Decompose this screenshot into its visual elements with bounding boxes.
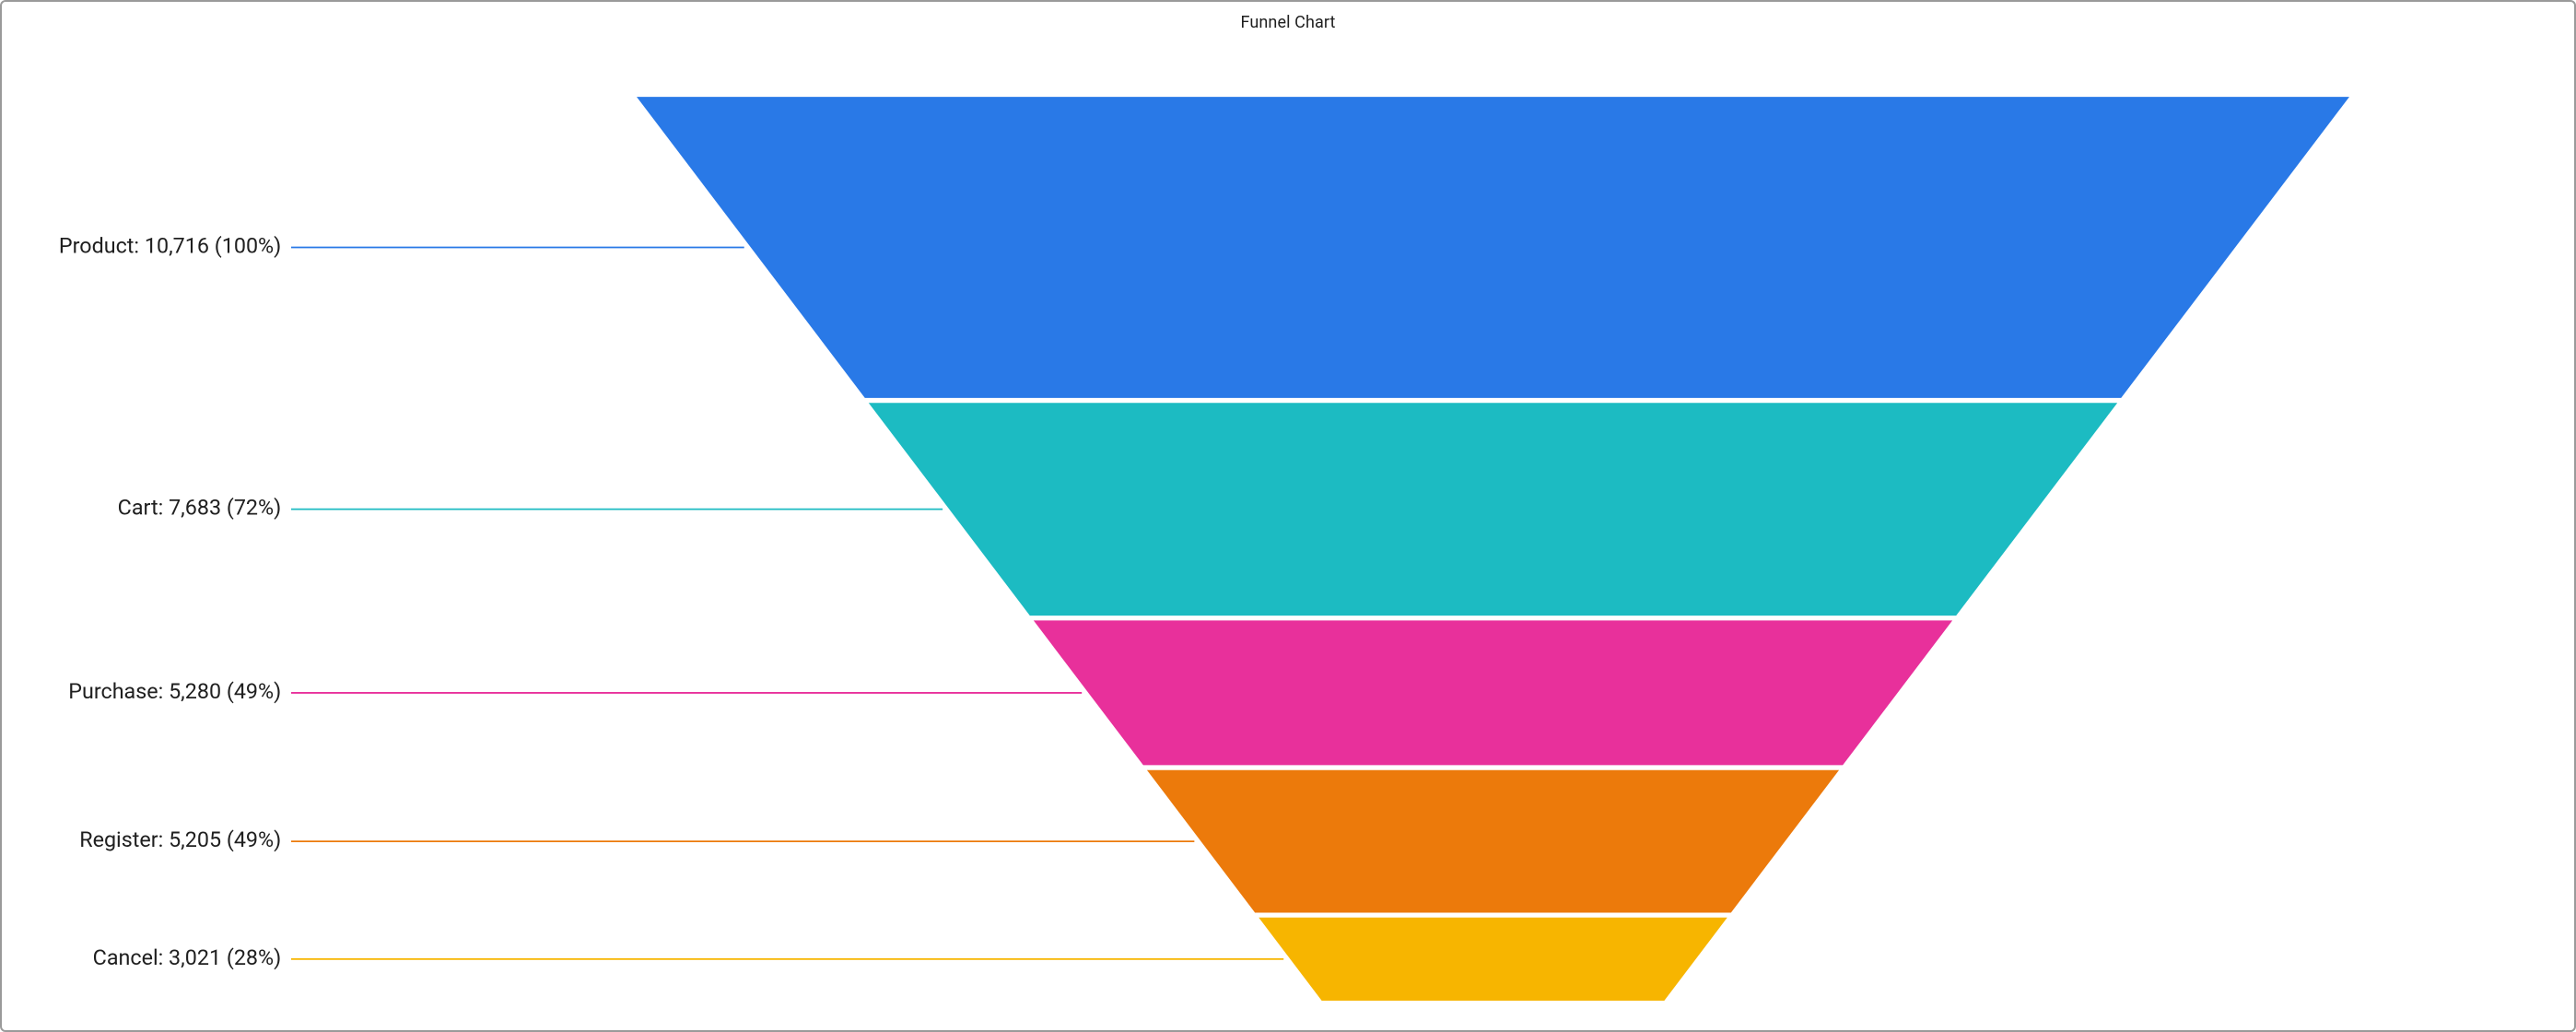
funnel-stage-register[interactable]	[1147, 770, 1839, 913]
funnel-stage-purchase[interactable]	[1034, 620, 1952, 765]
stage-label: Cart: 7,683 (72%)	[118, 495, 282, 521]
funnel-chart: Product: 10,716 (100%) Cart: 7,683 (72%) P…	[2, 2, 2574, 1030]
funnel-stage-cart[interactable]	[869, 403, 2117, 616]
funnel-stage-cancel[interactable]	[1259, 918, 1727, 1001]
funnel-stage-product[interactable]	[637, 97, 2349, 398]
stage-label: Cancel: 3,021 (28%)	[93, 944, 282, 970]
stage-label: Register: 5,205 (49%)	[79, 827, 281, 852]
chart-frame: Funnel Chart Product: 10,716 (100%)Cart:…	[0, 0, 2576, 1032]
stage-label: Product: 10,716 (100%)	[59, 233, 281, 259]
stage-label: Purchase: 5,280 (49%)	[68, 678, 281, 704]
